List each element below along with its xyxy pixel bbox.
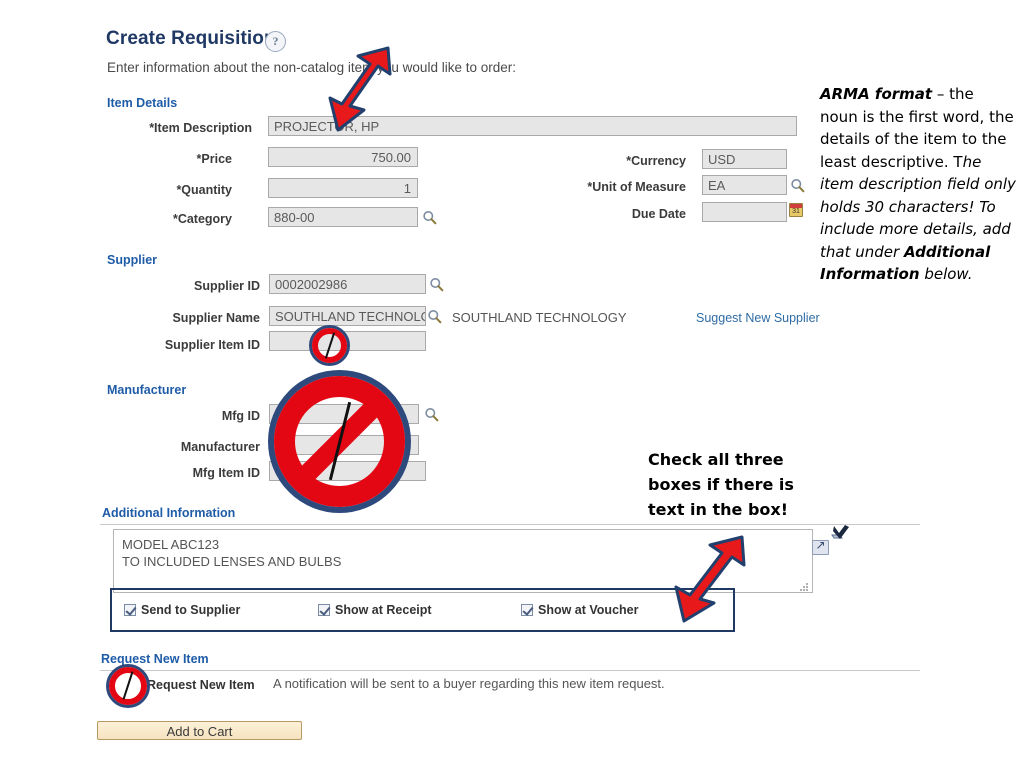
page-intro-text: Enter information about the non-catalog … [107,60,516,75]
checkbox-label: Send to Supplier [141,603,241,617]
help-icon[interactable]: ? [265,31,286,52]
magnifier-icon[interactable] [424,407,439,422]
price-input[interactable]: 750.00 [268,147,418,167]
checkbox-icon[interactable] [124,604,136,616]
supplier-name-input[interactable]: SOUTHLAND TECHNOLOG [269,306,426,326]
checkbox-label: Show at Receipt [335,603,432,617]
section-heading-manufacturer: Manufacturer [107,383,187,397]
checkbox-label: Request New Item [147,678,255,692]
label-currency: *Currency [626,154,686,168]
suggest-new-supplier-link[interactable]: Suggest New Supplier [696,311,820,325]
supplier-id-input[interactable]: 0002002986 [269,274,426,294]
checkbox-send-to-supplier[interactable]: Send to Supplier [124,601,240,619]
section-heading-supplier: Supplier [107,253,158,267]
page-title: Create Requisition [106,28,276,49]
currency-input[interactable]: USD [702,149,787,169]
checkbox-show-at-voucher[interactable]: Show at Voucher [521,601,638,619]
label-unit-of-measure: *Unit of Measure [587,180,686,194]
section-heading-item-details: Item Details [107,96,178,110]
magnifier-icon[interactable] [427,309,442,324]
unit-of-measure-input[interactable]: EA [702,175,787,195]
calendar-icon-day: 31 [792,208,800,215]
calendar-icon[interactable]: 31 [789,203,803,217]
label-mfg-id: Mfg ID [221,409,260,423]
magnifier-icon[interactable] [790,178,805,193]
label-item-description: *Item Description [149,121,252,135]
divider [100,524,920,525]
due-date-input[interactable] [702,202,787,222]
create-requisition-page: Create Requisition ? Enter information a… [0,0,1024,768]
label-supplier-name: Supplier Name [172,311,260,325]
label-category: *Category [172,212,232,226]
spellcheck-icon[interactable] [830,524,852,542]
section-heading-request-new-item: Request New Item [101,652,209,666]
annotation-arrow-checkboxes [664,533,750,625]
quantity-input[interactable]: 1 [268,178,418,198]
textarea-resize-handle[interactable] [800,583,809,592]
annotation-check-boxes: Check all three boxes if there is text i… [648,450,794,519]
request-new-item-note: A notification will be sent to a buyer r… [273,676,665,691]
annotation-arrow-item-description [326,44,394,134]
label-mfg-item-id: Mfg Item ID [192,466,260,480]
supplier-name-resolved-text: SOUTHLAND TECHNOLOGY [452,310,627,325]
divider [100,670,920,671]
annotation-arma-format: ARMA format – the noun is the first word… [820,83,1016,286]
checkbox-icon[interactable] [318,604,330,616]
section-heading-additional-information: Additional Information [102,506,236,520]
checkbox-label: Show at Voucher [538,603,639,617]
label-manufacturer: Manufacturer [180,440,260,454]
prohibition-icon-request-new-item [106,664,150,708]
checkbox-icon[interactable] [521,604,533,616]
annotation-arma-lead: ARMA format [820,85,933,103]
expand-icon[interactable] [812,538,829,555]
prohibition-icon-manufacturer [268,370,411,513]
checkbox-show-at-receipt[interactable]: Show at Receipt [318,601,432,619]
magnifier-icon[interactable] [429,277,444,292]
magnifier-icon[interactable] [422,210,437,225]
label-supplier-item-id: Supplier Item ID [164,338,260,352]
add-to-cart-button[interactable]: Add to Cart [97,721,302,740]
category-input[interactable]: 880-00 [268,207,418,227]
label-due-date: Due Date [631,207,686,221]
label-supplier-id: Supplier ID [194,279,260,293]
label-price: *Price [196,152,232,166]
prohibition-icon-supplier-item-id [309,325,350,366]
label-quantity: *Quantity [176,183,232,197]
annotation-arma-tail: below. [919,265,973,283]
